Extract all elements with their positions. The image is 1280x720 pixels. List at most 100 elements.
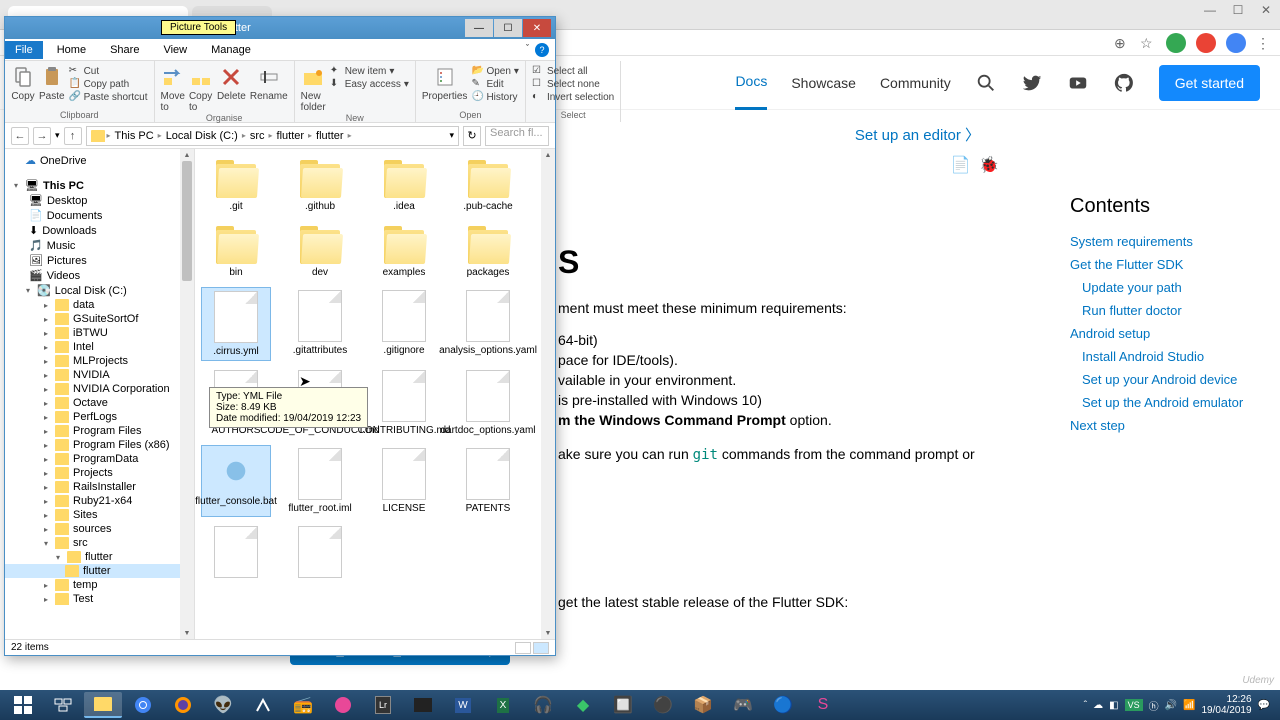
recent-dropdown[interactable]: ▾ [55, 130, 60, 141]
file-item[interactable]: packages [453, 221, 523, 281]
copy-path-button[interactable]: 📋Copy path [69, 78, 148, 90]
details-view-button[interactable] [515, 642, 531, 654]
back-button[interactable]: ← [11, 127, 29, 145]
nav-desktop[interactable]: 🖥Desktop [5, 193, 194, 208]
excel-taskbar[interactable]: X [484, 692, 522, 718]
nav-local-disk[interactable]: ▾💽Local Disk (C:) [5, 283, 194, 298]
nav-documents[interactable]: 📄Documents [5, 208, 194, 223]
tab-manage[interactable]: Manage [201, 41, 261, 59]
file-item[interactable]: flutter_root.iml [285, 445, 355, 517]
nav-folder[interactable]: ▾src [5, 536, 194, 550]
zoom-icon[interactable]: ⊕ [1114, 35, 1130, 51]
nav-this-pc[interactable]: ▾🖥This PC [5, 178, 194, 193]
clock[interactable]: 12:26 19/04/2019 [1201, 694, 1251, 716]
twitter-icon[interactable] [1021, 72, 1043, 94]
chrome-taskbar[interactable] [124, 692, 162, 718]
search-icon[interactable] [975, 72, 997, 94]
toc-setup-device[interactable]: Set up your Android device [1070, 368, 1260, 391]
tray-network-icon[interactable]: 📶 [1183, 700, 1195, 711]
tab-share[interactable]: Share [100, 41, 149, 59]
picture-tools-tab[interactable]: Picture Tools [161, 20, 236, 35]
nav-onedrive[interactable]: ☁OneDrive [5, 153, 194, 168]
file-item[interactable]: PATENTS [453, 445, 523, 517]
file-item[interactable]: .cirrus.yml [201, 287, 271, 361]
app-taskbar-5[interactable]: 🎧 [524, 692, 562, 718]
content-scrollbar[interactable]: ▲ ▼ [541, 149, 555, 639]
file-item[interactable] [201, 523, 271, 581]
tray-volume-icon[interactable]: 🔊 [1165, 700, 1177, 711]
tab-file[interactable]: File [5, 41, 43, 59]
nav-test[interactable]: ▸Test [5, 592, 194, 606]
file-item[interactable]: .gitignore [369, 287, 439, 361]
cut-button[interactable]: ✂Cut [69, 65, 148, 77]
nav-downloads[interactable]: ⬇Downloads [5, 223, 194, 238]
nav-folder[interactable]: ▸Program Files [5, 424, 194, 438]
toc-get-sdk[interactable]: Get the Flutter SDK [1070, 253, 1260, 276]
explorer-titlebar[interactable]: Picture Tools flutter — ☐ ✕ [5, 17, 555, 39]
select-all-button[interactable]: ☑Select all [532, 65, 614, 77]
nav-flutter[interactable]: ▾flutter [5, 550, 194, 564]
select-none-button[interactable]: ☐Select none [532, 78, 614, 90]
lightroom-taskbar[interactable]: Lr [364, 692, 402, 718]
app-taskbar-11[interactable]: 🔵 [764, 692, 802, 718]
file-item[interactable]: dartdoc_options.yaml [453, 367, 523, 439]
toc-android-setup[interactable]: Android setup [1070, 322, 1260, 345]
nav-showcase[interactable]: Showcase [791, 75, 856, 91]
extension-2-icon[interactable] [1196, 33, 1216, 53]
menu-icon[interactable]: ⋮ [1256, 35, 1272, 51]
app-taskbar-9[interactable]: 📦 [684, 692, 722, 718]
search-box[interactable]: Search fl... [485, 126, 549, 146]
nav-folder[interactable]: ▸GSuiteSortOf [5, 312, 194, 326]
file-item[interactable]: .git [201, 155, 271, 215]
word-taskbar[interactable]: W [444, 692, 482, 718]
refresh-button[interactable]: ↻ [463, 126, 481, 146]
nav-folder[interactable]: ▸Sites [5, 508, 194, 522]
file-item[interactable]: bin [201, 221, 271, 281]
file-item[interactable]: .idea [369, 155, 439, 215]
youtube-icon[interactable] [1067, 72, 1089, 94]
up-button[interactable]: ↑ [64, 127, 82, 145]
nav-folder[interactable]: ▸data [5, 298, 194, 312]
paste-shortcut-button[interactable]: 🔗Paste shortcut [69, 91, 148, 103]
crumb-flutter-2[interactable]: flutter [314, 130, 346, 142]
app-taskbar-6[interactable]: ◆ [564, 692, 602, 718]
nav-temp[interactable]: ▸temp [5, 578, 194, 592]
file-item[interactable]: CONTRIBUTING.md [369, 367, 439, 439]
tray-chevron-icon[interactable]: ˆ [1084, 700, 1087, 711]
file-item[interactable]: .pub-cache [453, 155, 523, 215]
toc-setup-emulator[interactable]: Set up the Android emulator [1070, 391, 1260, 414]
close-button[interactable]: ✕ [1252, 0, 1280, 20]
nav-scrollbar[interactable]: ▲ ▼ [180, 149, 194, 639]
crumb-flutter[interactable]: flutter [275, 130, 307, 142]
tray-onedrive-icon[interactable]: ☁ [1093, 700, 1103, 711]
file-icon[interactable]: 📄 [951, 155, 969, 173]
nav-docs[interactable]: Docs [735, 73, 767, 110]
nav-folder[interactable]: ▸Octave [5, 396, 194, 410]
nav-community[interactable]: Community [880, 75, 951, 91]
tray-vs-icon[interactable]: VS [1125, 699, 1143, 711]
nav-folder[interactable]: ▸sources [5, 522, 194, 536]
maximize-button[interactable]: ☐ [1224, 0, 1252, 20]
rename-button[interactable]: Rename [250, 65, 288, 102]
app-taskbar-8[interactable]: ⚫ [644, 692, 682, 718]
nav-folder[interactable]: ▸PerfLogs [5, 410, 194, 424]
task-view-icon[interactable] [44, 692, 82, 718]
bug-icon[interactable]: 🐞 [979, 155, 997, 173]
new-folder-button[interactable]: New folder [301, 65, 326, 113]
toc-update-path[interactable]: Update your path [1070, 276, 1260, 299]
terminal-taskbar[interactable] [404, 692, 442, 718]
firefox-taskbar[interactable] [164, 692, 202, 718]
tab-view[interactable]: View [153, 41, 197, 59]
nav-folder[interactable]: ▸Ruby21-x64 [5, 494, 194, 508]
notification-icon[interactable]: 💬 [1258, 700, 1270, 711]
setup-editor-link[interactable]: Set up an editor 〉 [855, 127, 980, 144]
extension-1-icon[interactable] [1166, 33, 1186, 53]
nav-music[interactable]: 🎵Music [5, 238, 194, 253]
file-item[interactable]: analysis_options.yaml [453, 287, 523, 361]
new-item-button[interactable]: ✦New item ▾ [330, 65, 409, 77]
copy-button[interactable]: Copy [11, 65, 35, 102]
open-button[interactable]: 📂Open ▾ [471, 65, 519, 77]
tray-icon-1[interactable]: ◧ [1109, 700, 1118, 711]
nav-folder[interactable]: ▸ProgramData [5, 452, 194, 466]
toc-install-as[interactable]: Install Android Studio [1070, 345, 1260, 368]
